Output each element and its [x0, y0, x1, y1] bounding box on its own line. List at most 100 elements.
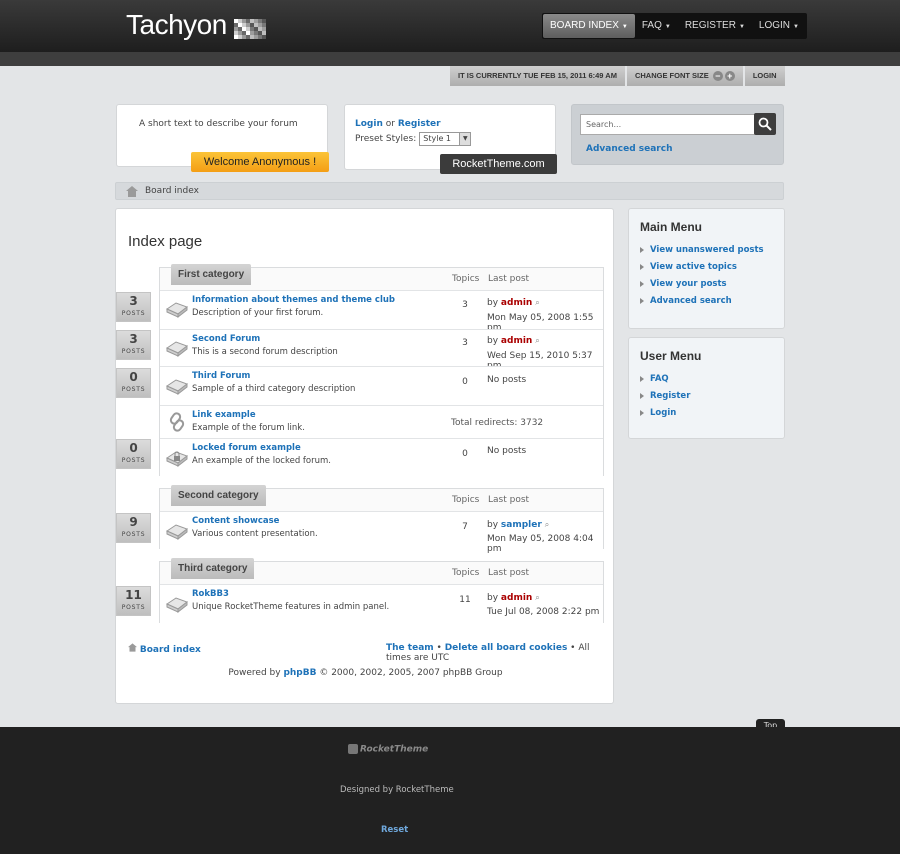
forum-title-link[interactable]: Content showcase	[192, 516, 279, 526]
current-time: IT IS CURRENTLY TUE FEB 15, 2011 6:49 AM	[450, 66, 625, 86]
rockettheme-logo-icon	[348, 744, 358, 754]
phpbb-link[interactable]: phpBB	[283, 668, 316, 678]
user-link[interactable]: admin	[501, 298, 532, 308]
post-count: 11 POSTS	[116, 586, 151, 616]
last-post-date: Mon May 05, 2008 4:04 pm	[487, 534, 594, 554]
main-menu: Main Menu View unanswered posts View act…	[628, 208, 785, 329]
user-menu-title: User Menu	[640, 349, 702, 363]
forum-row: Second Forum This is a second forum desc…	[160, 329, 603, 371]
last-post-date: Tue Jul 08, 2008 2:22 pm	[487, 607, 600, 617]
no-posts: No posts	[487, 446, 527, 456]
forum-row: Content showcase Various content present…	[160, 511, 603, 554]
user-menu-login[interactable]: Login	[640, 409, 690, 426]
forum-description: Sample of a third category description	[192, 384, 356, 394]
footer-board-index: Board index	[128, 643, 201, 655]
forum-read-icon	[166, 524, 188, 540]
forum-title-link[interactable]: Third Forum	[192, 371, 250, 381]
last-post-author: by admin ⌕	[487, 336, 540, 346]
link-chain-icon	[169, 412, 185, 432]
last-post-author: by sampler ⌕	[487, 520, 550, 530]
logo-pixel-icon	[234, 19, 266, 39]
nav-login[interactable]: LOGIN ▼	[752, 14, 806, 38]
menu-item-unanswered[interactable]: View unanswered posts	[640, 246, 764, 263]
search-box: Search... Advanced search	[571, 104, 784, 165]
user-menu-faq[interactable]: FAQ	[640, 375, 690, 392]
forum-description: Unique RocketTheme features in admin pan…	[192, 602, 390, 612]
site-header: Tachyon BOARD INDEX ▼ FAQ ▼ REGISTER ▼ LOGI…	[0, 0, 900, 52]
nav-board-index[interactable]: BOARD INDEX ▼	[543, 14, 635, 38]
topics-header: Topics	[452, 568, 480, 578]
forum-title-link[interactable]: RokBB3	[192, 589, 229, 599]
menu-item-active-topics[interactable]: View active topics	[640, 263, 764, 280]
view-latest-post-icon[interactable]: ⌕	[535, 336, 539, 345]
forum-read-icon	[166, 302, 188, 318]
menu-item-your-posts[interactable]: View your posts	[640, 280, 764, 297]
font-increase-icon[interactable]: +	[724, 71, 735, 82]
category-third: Third category Topics Last post RokBB3 U…	[159, 558, 604, 623]
last-post-header: Last post	[488, 495, 530, 505]
view-latest-post-icon[interactable]: ⌕	[535, 298, 539, 307]
forum-title-link[interactable]: Locked forum example	[192, 443, 301, 453]
register-link[interactable]: Register	[398, 119, 441, 129]
rockettheme-badge[interactable]: RocketTheme.com	[440, 154, 557, 174]
user-link[interactable]: admin	[501, 336, 532, 346]
rockettheme-logo[interactable]: RocketTheme	[348, 744, 428, 755]
last-post-author: by admin ⌕	[487, 298, 540, 308]
team-link[interactable]: The team	[386, 643, 434, 653]
footer-board-index-link[interactable]: Board index	[140, 645, 201, 655]
breadcrumb-board-index[interactable]: Board index	[145, 186, 199, 196]
user-menu-register[interactable]: Register	[640, 392, 690, 409]
home-icon	[128, 643, 137, 652]
view-latest-post-icon[interactable]: ⌕	[535, 593, 539, 602]
category-title[interactable]: Third category	[171, 558, 255, 579]
category-title[interactable]: First category	[171, 264, 252, 285]
forum-description: A short text to describe your forum	[139, 119, 298, 129]
view-latest-post-icon[interactable]: ⌕	[545, 520, 549, 529]
caret-down-icon: ▼	[664, 24, 671, 30]
forum-title-link[interactable]: Second Forum	[192, 334, 260, 344]
last-post-author: by admin ⌕	[487, 593, 540, 603]
preset-style-select[interactable]: Style 1 ▼	[419, 132, 472, 146]
user-link[interactable]: sampler	[501, 520, 542, 530]
welcome-badge: Welcome Anonymous !	[191, 152, 329, 172]
forum-description: Example of the forum link.	[192, 423, 305, 433]
search-input[interactable]: Search...	[580, 114, 755, 135]
advanced-search-link[interactable]: Advanced search	[586, 144, 672, 154]
last-post-header: Last post	[488, 568, 530, 578]
forum-title-link[interactable]: Link example	[192, 410, 256, 420]
topics-header: Topics	[452, 495, 480, 505]
topic-count: 3	[462, 338, 468, 348]
powered-by: Powered by phpBB © 2000, 2002, 2005, 200…	[228, 668, 503, 678]
designed-by: Designed by RocketTheme	[340, 785, 454, 795]
login-box: Login or Register Preset Styles: Style 1…	[344, 104, 557, 174]
forum-row: Third Forum Sample of a third category d…	[160, 366, 603, 405]
preset-styles: Preset Styles: Style 1 ▼	[355, 132, 472, 146]
nav-register[interactable]: REGISTER ▼	[678, 14, 752, 38]
nav-faq[interactable]: FAQ ▼	[635, 14, 678, 38]
topic-count: 0	[462, 377, 468, 387]
post-count: 3 POSTS	[116, 330, 151, 360]
category-title[interactable]: Second category	[171, 485, 266, 506]
no-posts: No posts	[487, 375, 527, 385]
font-decrease-icon[interactable]: −	[712, 71, 723, 82]
category-first: First category Topics Last post Informat…	[159, 264, 604, 476]
delete-cookies-link[interactable]: Delete all board cookies	[445, 643, 568, 653]
topic-count: 0	[462, 449, 468, 459]
site-logo[interactable]: Tachyon	[126, 9, 227, 41]
menu-item-advanced-search[interactable]: Advanced search	[640, 297, 764, 314]
reset-link[interactable]: Reset	[381, 825, 408, 835]
topic-count: 7	[462, 522, 468, 532]
search-button[interactable]	[754, 113, 776, 135]
preset-label: Preset Styles:	[355, 134, 417, 144]
user-link[interactable]: admin	[501, 593, 532, 603]
header-subbar	[0, 52, 900, 66]
post-count: 3 POSTS	[116, 292, 151, 322]
utility-login-link[interactable]: LOGIN	[744, 66, 785, 86]
caret-down-icon: ▼	[738, 24, 745, 30]
forum-read-icon	[166, 379, 188, 395]
home-icon[interactable]	[126, 186, 138, 197]
forum-row-locked: Locked forum example An example of the l…	[160, 438, 603, 476]
forum-title-link[interactable]: Information about themes and theme club	[192, 295, 395, 305]
last-post-header: Last post	[488, 274, 530, 284]
login-link[interactable]: Login	[355, 119, 383, 129]
